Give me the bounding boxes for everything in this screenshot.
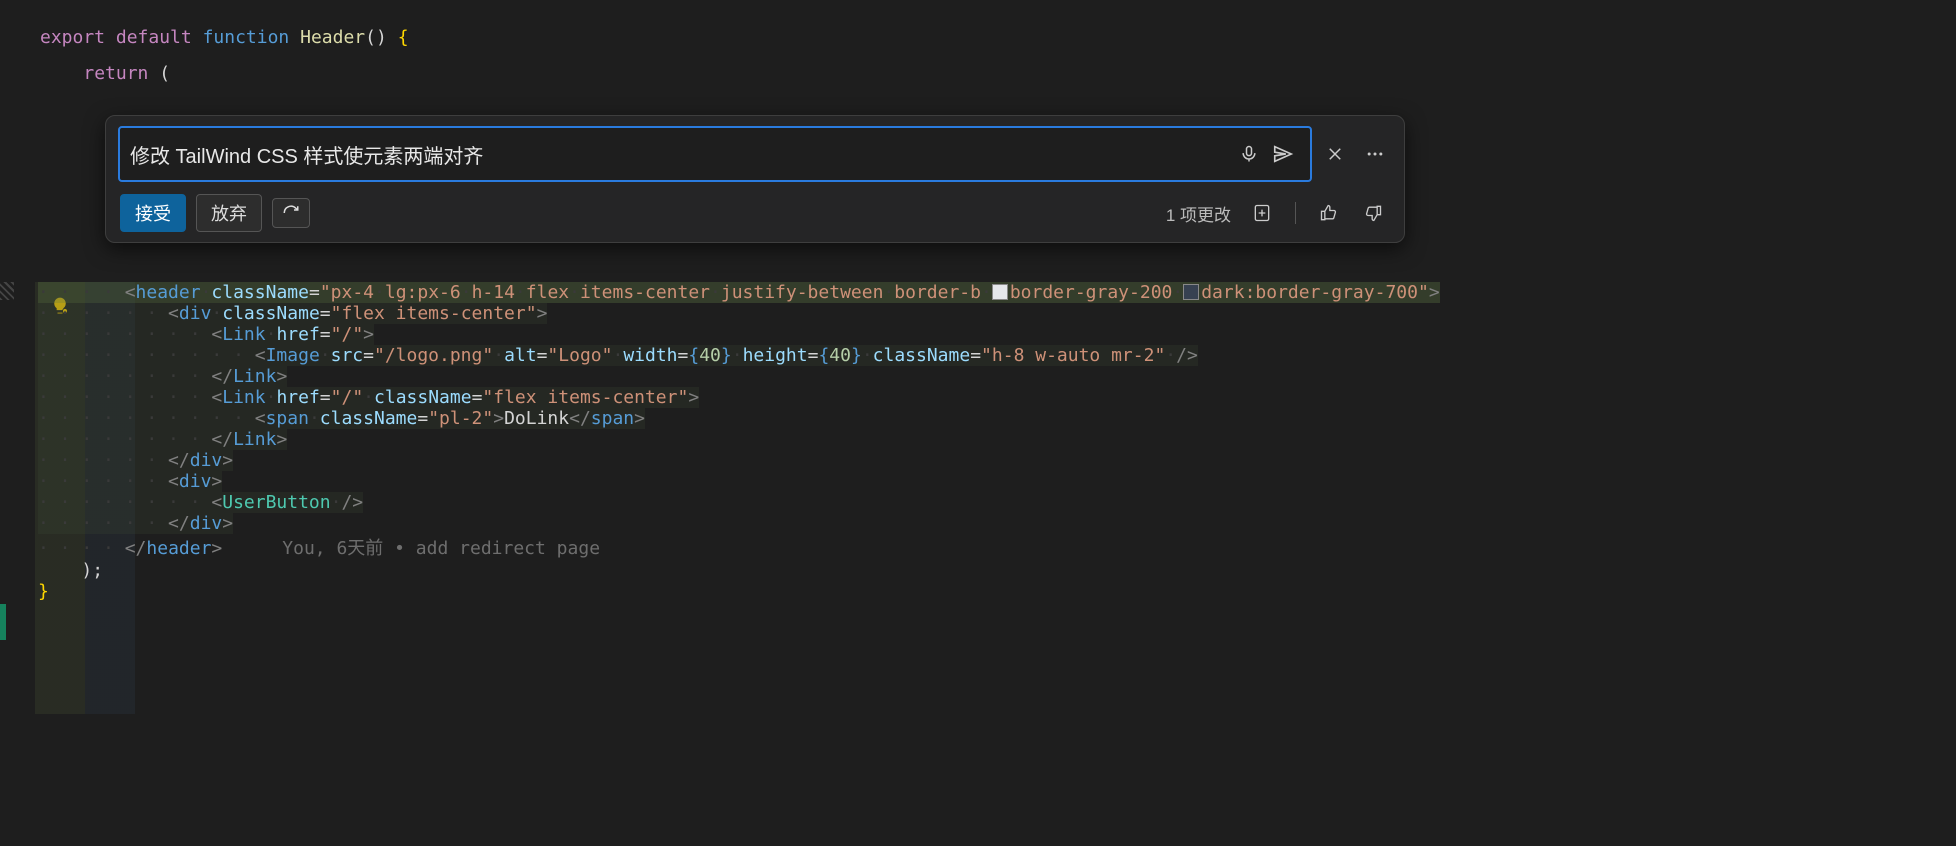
close-icon[interactable] [1318,137,1352,171]
attr-val: lg:px-6 [385,282,461,303]
tag-span: span [266,408,309,429]
gutter-added-marker [0,604,6,640]
parens: () [365,27,387,48]
tag-link: Link [222,387,265,408]
code-line: · · · · <header·className="px-4·lg:px-6·… [38,282,1440,303]
color-swatch-dark [1183,284,1199,300]
open-brace: { [398,27,409,48]
thumbs-down-icon[interactable] [1356,196,1390,230]
keyword-default: default [116,27,192,48]
num: 40 [829,345,851,366]
attr-val: Logo [558,345,601,366]
attr-val: pl-2 [439,408,482,429]
attr-val: px-4 [331,282,374,303]
tag-userbutton: UserButton [222,492,330,513]
keyword-export: export [40,27,105,48]
attr-val: flex items-center [341,303,525,324]
open-paren: ( [159,63,170,84]
attr-val: /logo.png [385,345,483,366]
attr-val: dark:border-gray-700 [1201,282,1418,303]
git-blame-annotation: You, 6天前 • add redirect page [222,538,600,559]
tag-image: Image [266,345,320,366]
tag-header-close: header [146,538,211,559]
gutter-diff-marker [0,282,14,300]
tag-link: Link [222,324,265,345]
code-editor[interactable]: export default function Header() { retur… [0,0,1956,92]
prompt-input[interactable]: 修改 TailWind CSS 样式使元素两端对齐 [118,126,1312,182]
attr-val: flex items-center [493,387,677,408]
code-line: ); [38,560,1440,581]
action-row: 接受 放弃 1 项更改 [118,194,1392,232]
keyword-function: function [203,27,290,48]
mic-icon[interactable] [1232,137,1266,171]
thumbs-up-icon[interactable] [1312,196,1346,230]
tag-div-close: div [190,450,223,471]
regenerate-button[interactable] [272,198,310,228]
attr-val: border-gray-200 [1010,282,1173,303]
tag-header: header [136,282,201,303]
function-name: Header [300,27,365,48]
code-line: return ( [40,56,1956,92]
tag-link-close: Link [233,366,276,387]
tag-link-close: Link [233,429,276,450]
prompt-text: 修改 TailWind CSS 样式使元素两端对齐 [130,140,1232,169]
reject-button[interactable]: 放弃 [196,194,262,232]
send-icon[interactable] [1266,137,1300,171]
input-row: 修改 TailWind CSS 样式使元素两端对齐 [118,126,1392,182]
code-line: · · · · </header>You, 6天前 • add redirect… [38,534,1440,560]
code-line: } [38,581,1440,602]
accept-button[interactable]: 接受 [120,194,186,232]
code-line: export default function Header() { [40,20,1956,56]
num: 40 [699,345,721,366]
tag-span-close: span [591,408,634,429]
attr-val: / [341,387,352,408]
generated-code: · · · · <header·className="px-4·lg:px-6·… [38,282,1440,602]
diff-icon[interactable] [1245,196,1279,230]
attr-val: / [341,324,352,345]
inline-chat-panel: 修改 TailWind CSS 样式使元素两端对齐 接受 放弃 1 项更改 [105,115,1405,243]
tag-div: div [179,471,212,492]
color-swatch-light [992,284,1008,300]
more-icon[interactable] [1358,137,1392,171]
changes-count: 1 项更改 [1166,201,1231,226]
keyword-return: return [83,63,148,84]
tag-div: div [179,303,212,324]
attr-val: h-8 w-auto mr-2 [992,345,1155,366]
divider [1295,202,1296,224]
text-content: DoLink [504,408,569,429]
tag-div-close: div [190,513,223,534]
